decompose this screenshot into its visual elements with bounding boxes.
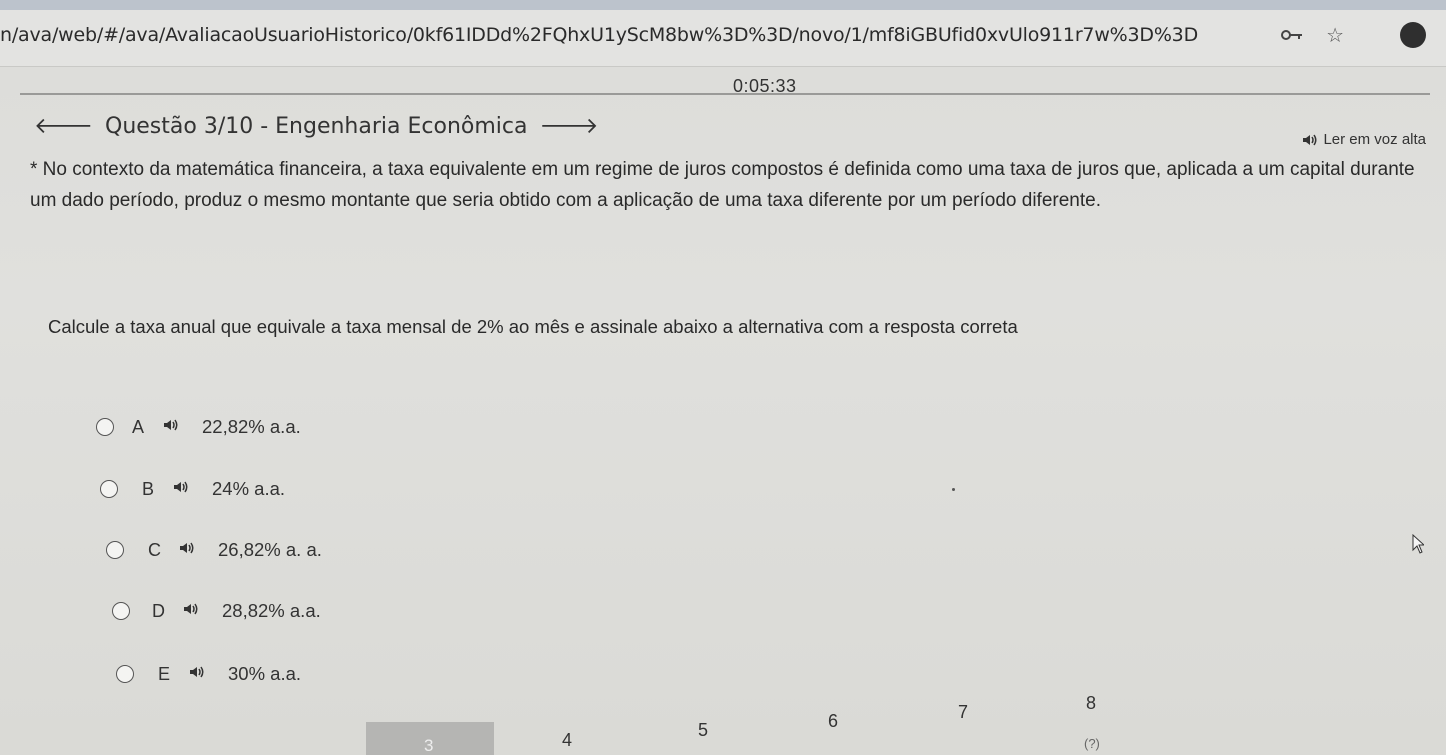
page-4-button[interactable]: 4 bbox=[562, 730, 572, 751]
page-6-button[interactable]: 6 bbox=[828, 711, 838, 732]
arrow-left-icon[interactable]: 🡐 bbox=[34, 115, 93, 138]
option-letter: C bbox=[148, 539, 161, 560]
address-bar[interactable]: n/ava/web/#/ava/AvaliacaoUsuarioHistoric… bbox=[0, 10, 1446, 67]
question-title: Questão 3/10 - Engenharia Econômica bbox=[105, 114, 528, 139]
arrow-right-icon[interactable]: 🡒 bbox=[539, 115, 598, 138]
key-icon[interactable] bbox=[1280, 27, 1304, 43]
radio-button[interactable] bbox=[106, 541, 124, 559]
option-b[interactable]: B 24% a.a. bbox=[100, 478, 285, 500]
option-text: 22,82% a.a. bbox=[202, 416, 301, 437]
page-number: 3 bbox=[424, 736, 434, 755]
timer-divider bbox=[20, 93, 1430, 95]
page-8-button[interactable]: 8 bbox=[1086, 693, 1096, 714]
radio-button[interactable] bbox=[116, 665, 134, 683]
browser-top-strip bbox=[0, 0, 1446, 10]
option-d[interactable]: D 28,82% a.a. bbox=[112, 600, 321, 622]
page: n/ava/web/#/ava/AvaliacaoUsuarioHistoric… bbox=[0, 0, 1446, 755]
profile-icon[interactable] bbox=[1400, 22, 1426, 48]
mouse-cursor-icon bbox=[1412, 533, 1426, 559]
url-text[interactable]: n/ava/web/#/ava/AvaliacaoUsuarioHistoric… bbox=[0, 24, 1198, 46]
page-5-button[interactable]: 5 bbox=[698, 720, 708, 741]
question-statement: * No contexto da matemática financeira, … bbox=[30, 159, 1415, 211]
speaker-icon[interactable] bbox=[172, 480, 190, 499]
read-aloud-button[interactable]: Ler em voz alta bbox=[1302, 131, 1426, 148]
speaker-icon bbox=[1302, 133, 1318, 147]
speaker-icon[interactable] bbox=[188, 665, 206, 684]
address-bar-icons: ☆ bbox=[1280, 22, 1426, 48]
option-letter: E bbox=[158, 663, 171, 684]
stray-dot bbox=[952, 488, 955, 491]
option-e[interactable]: E 30% a.a. bbox=[116, 663, 301, 685]
option-text: 30% a.a. bbox=[228, 663, 302, 684]
speaker-icon[interactable] bbox=[162, 418, 180, 437]
option-text: 28,82% a.a. bbox=[222, 600, 321, 621]
read-aloud-label: Ler em voz alta bbox=[1323, 131, 1426, 148]
radio-button[interactable] bbox=[100, 480, 118, 498]
option-c[interactable]: C 26,82% a. a. bbox=[106, 539, 322, 561]
speaker-icon[interactable] bbox=[178, 541, 196, 560]
page-8-status: (?) bbox=[1084, 736, 1100, 751]
question-header: 🡐 Questão 3/10 - Engenharia Econômica 🡒 bbox=[34, 114, 598, 139]
option-letter: B bbox=[142, 478, 155, 499]
option-letter: D bbox=[152, 600, 165, 621]
radio-button[interactable] bbox=[112, 602, 130, 620]
star-icon[interactable]: ☆ bbox=[1326, 25, 1344, 45]
option-text: 26,82% a. a. bbox=[218, 539, 322, 560]
option-text: 24% a.a. bbox=[212, 478, 286, 499]
option-letter: A bbox=[132, 416, 145, 437]
option-a[interactable]: A 22,82% a.a. bbox=[96, 416, 301, 438]
speaker-icon[interactable] bbox=[182, 602, 200, 621]
question-prompt: Calcule a taxa anual que equivale a taxa… bbox=[48, 316, 1018, 337]
page-3-button[interactable]: 3 bbox=[366, 722, 494, 755]
radio-button[interactable] bbox=[96, 418, 114, 436]
page-7-button[interactable]: 7 bbox=[958, 702, 968, 723]
